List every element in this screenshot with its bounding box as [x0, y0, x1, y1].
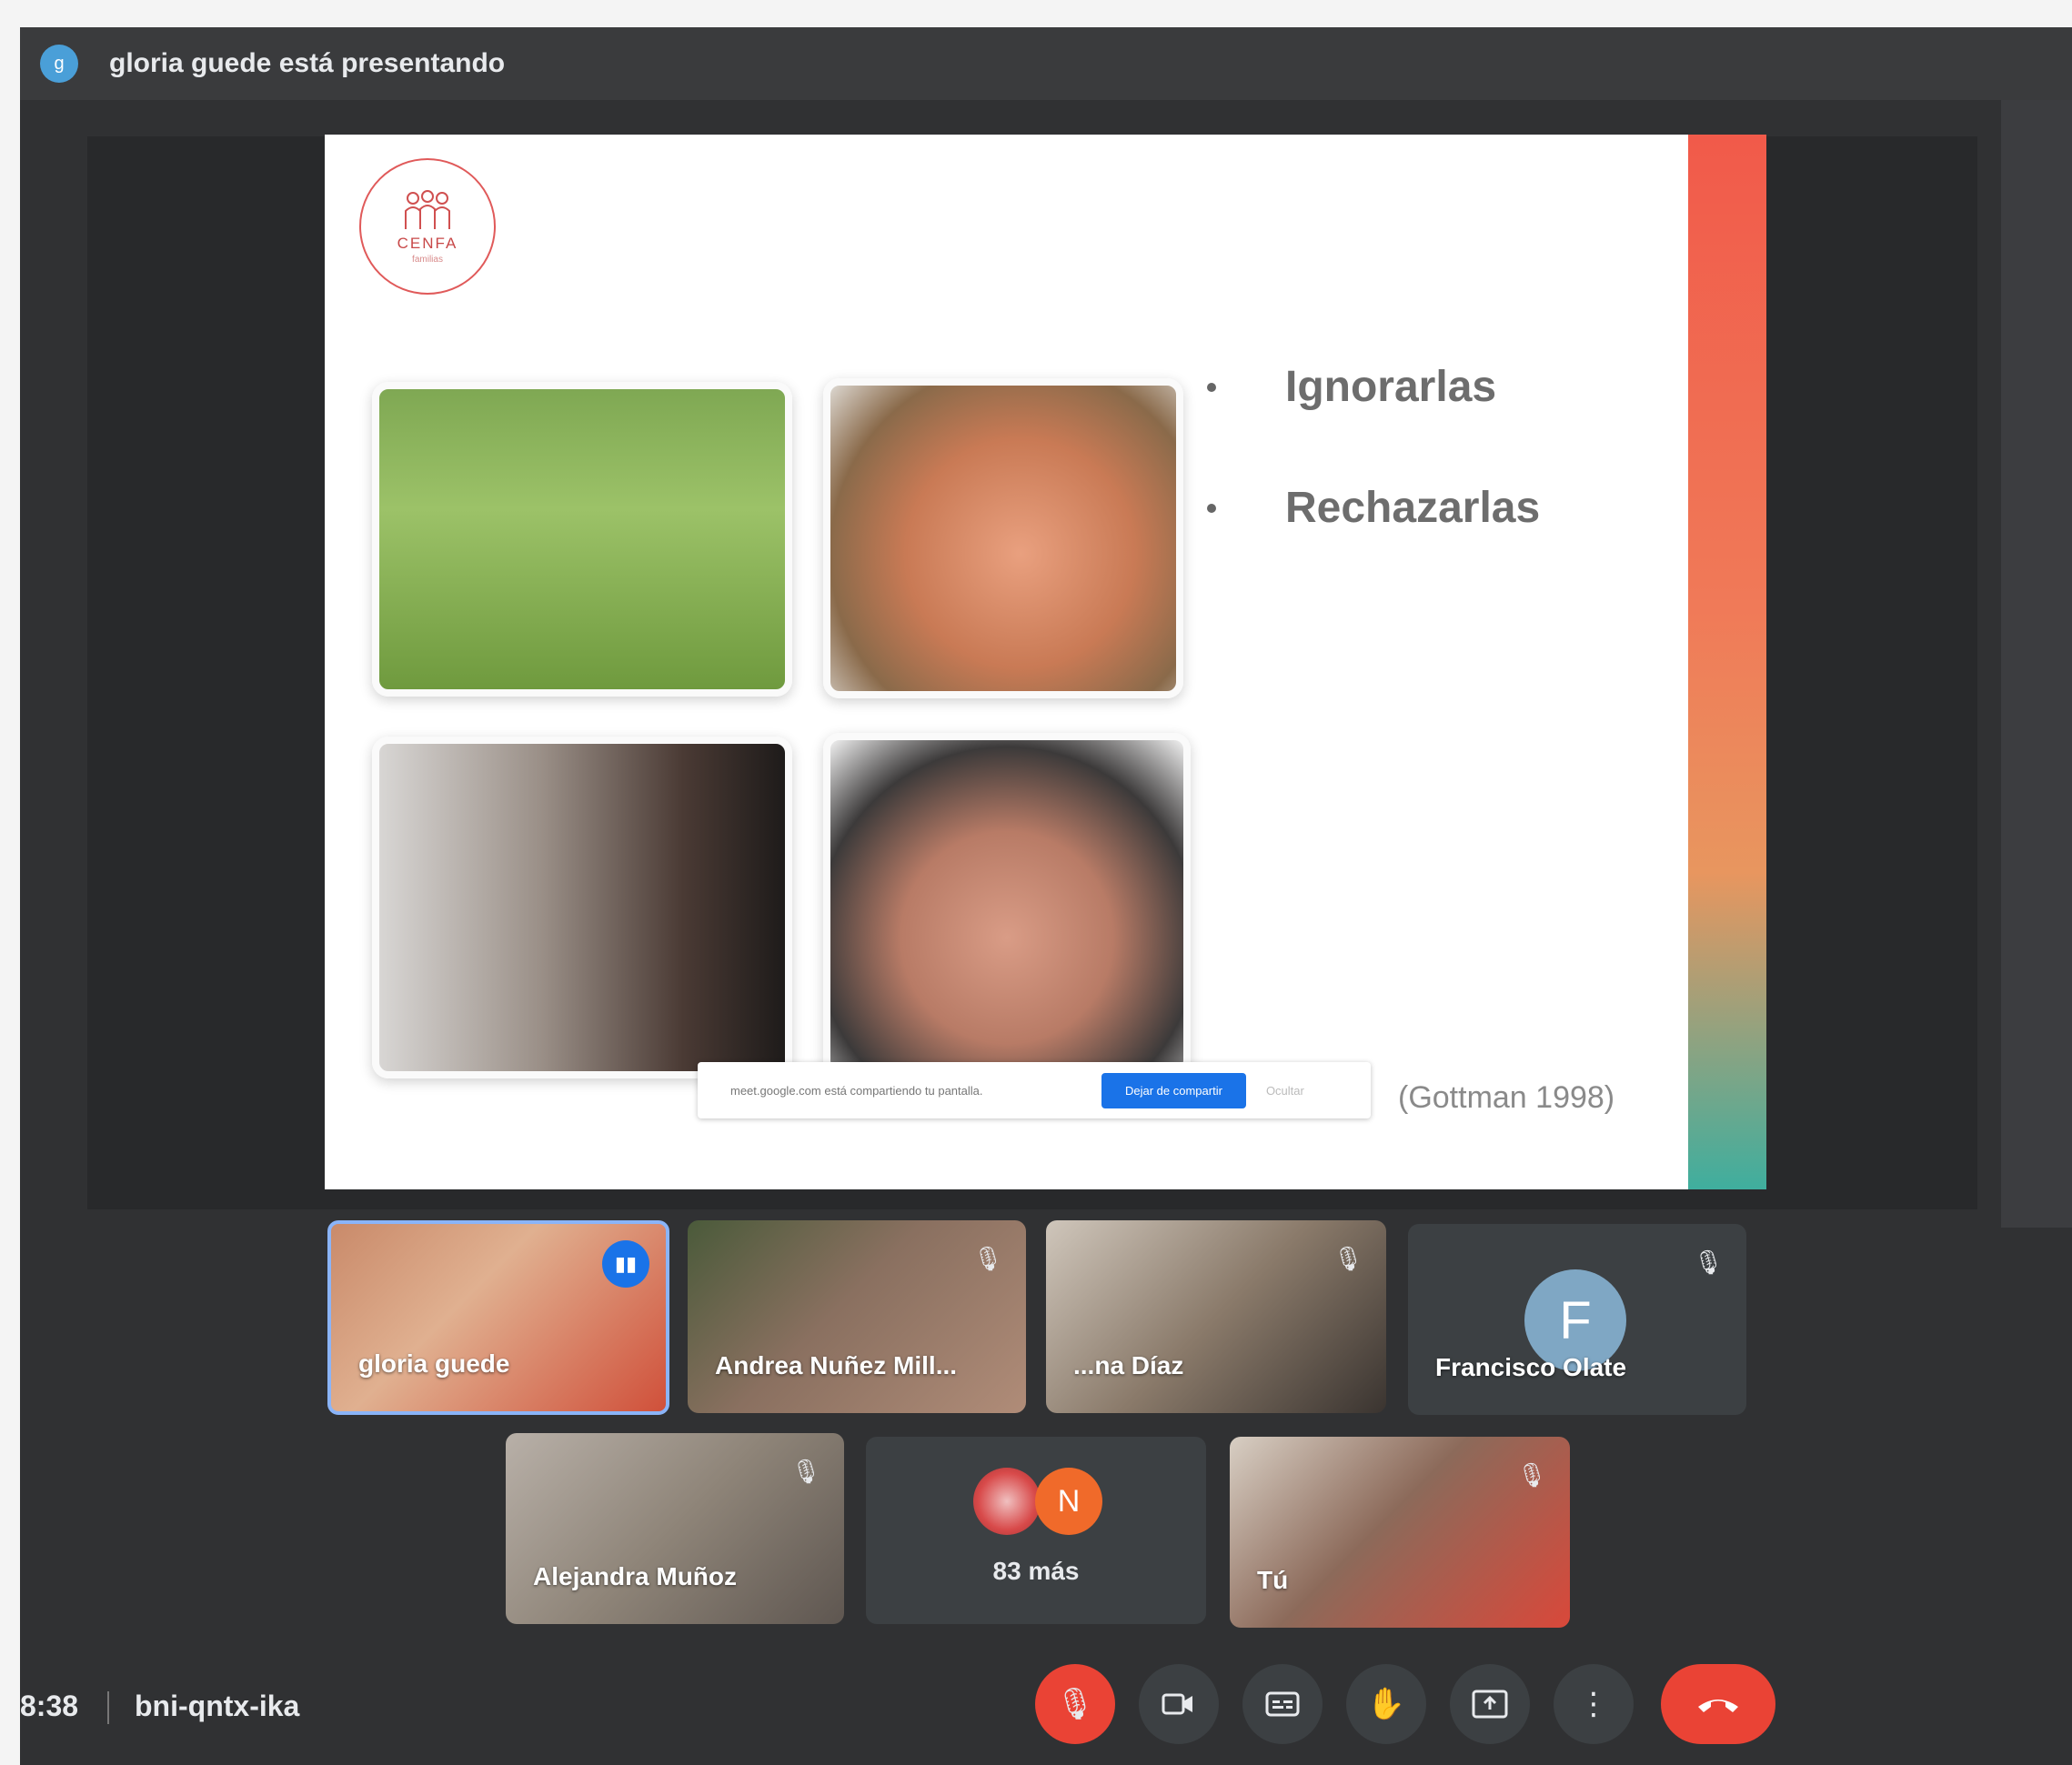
speaking-indicator-icon: ▮▮	[602, 1240, 649, 1288]
presenter-banner: g gloria guede está presentando	[20, 27, 2072, 100]
more-participants-tile[interactable]: N 83 más	[866, 1437, 1206, 1624]
participant-tile[interactable]: 🎙 Andrea Nuñez Mill...	[688, 1220, 1026, 1413]
family-icon	[405, 189, 450, 229]
mic-off-icon: 🎙	[1055, 1687, 1095, 1721]
participant-tile[interactable]: ▮▮ gloria guede	[327, 1220, 669, 1415]
participant-name: Alejandra Muñoz	[533, 1562, 738, 1590]
meeting-code: bni-qntx-ika	[135, 1690, 300, 1722]
raise-hand-icon: ✋	[1366, 1687, 1406, 1721]
screen-share-notice: meet.google.com está compartiendo tu pan…	[698, 1062, 1371, 1118]
side-panel-strip	[2001, 100, 2072, 1228]
more-vert-icon: ⋮	[1578, 1687, 1609, 1721]
leave-call-button[interactable]	[1661, 1664, 1775, 1744]
participant-name: Andrea Nuñez Mill...	[715, 1351, 958, 1379]
bullet-text: Ignorarlas	[1285, 363, 1497, 411]
presented-slide: CENFA familias Ignorarlas Rechazarlas (G…	[325, 135, 1766, 1189]
meeting-controls-bar: 8:38 bni-qntx-ika 🎙 ✋ ⋮	[20, 1664, 2072, 1765]
camera-icon	[1162, 1693, 1192, 1715]
raise-hand-button[interactable]: ✋	[1346, 1664, 1426, 1744]
stop-sharing-button[interactable]: Dejar de compartir	[1101, 1072, 1246, 1108]
cenfa-logo: CENFA familias	[359, 158, 496, 295]
hangup-icon	[1698, 1700, 1738, 1712]
photo-angry-girl	[823, 378, 1183, 698]
meeting-clock: 8:38	[20, 1690, 79, 1722]
participant-avatar	[973, 1468, 1041, 1535]
meet-screen: g gloria guede está presentando CENFA fa…	[20, 27, 2072, 1765]
present-icon	[1472, 1690, 1508, 1719]
self-view-tile[interactable]: 🎙 Tú	[1230, 1437, 1570, 1628]
photo-sad-boy	[372, 382, 792, 697]
mic-toggle-button[interactable]: 🎙	[1035, 1664, 1115, 1744]
more-participants-label: 83 más	[992, 1557, 1080, 1585]
divider	[107, 1691, 109, 1724]
bullet-item: Rechazarlas	[1207, 483, 1540, 533]
mic-off-icon: 🎙	[1693, 1248, 1724, 1276]
slide-gradient-stripe	[1688, 135, 1766, 1189]
camera-toggle-button[interactable]	[1139, 1664, 1219, 1744]
participant-tile[interactable]: 🎙 F Francisco Olate	[1408, 1224, 1746, 1415]
share-notice-text: meet.google.com está compartiendo tu pan…	[730, 1083, 983, 1098]
mic-off-icon: 🎙	[1333, 1244, 1363, 1272]
participant-name: Francisco Olate	[1435, 1353, 1627, 1381]
present-now-button[interactable]	[1450, 1664, 1530, 1744]
participant-name: Tú	[1257, 1566, 1289, 1594]
participant-name: ...na Díaz	[1073, 1351, 1184, 1379]
slide-bullet-list: Ignorarlas Rechazarlas	[1207, 362, 1540, 604]
photo-screaming-boy	[823, 733, 1191, 1077]
participant-avatar: N	[1035, 1468, 1102, 1535]
captions-button[interactable]	[1242, 1664, 1323, 1744]
bullet-dot-icon	[1207, 503, 1216, 513]
mic-off-icon: 🎙	[790, 1457, 821, 1485]
captions-icon	[1265, 1691, 1300, 1717]
bullet-dot-icon	[1207, 382, 1216, 392]
logo-subtitle: familias	[412, 254, 443, 265]
presenter-avatar: g	[40, 45, 78, 83]
bullet-item: Ignorarlas	[1207, 362, 1540, 412]
participant-name: gloria guede	[358, 1349, 510, 1378]
mic-off-icon: 🎙	[972, 1244, 1003, 1272]
participant-tile[interactable]: 🎙 Alejandra Muñoz	[506, 1433, 844, 1624]
logo-name: CENFA	[397, 234, 458, 252]
presenter-status: gloria guede está presentando	[109, 48, 506, 78]
participant-tile[interactable]: 🎙 ...na Díaz	[1046, 1220, 1386, 1413]
more-options-button[interactable]: ⋮	[1554, 1664, 1634, 1744]
bullet-text: Rechazarlas	[1285, 484, 1541, 532]
mic-off-icon: 🎙	[1516, 1460, 1547, 1489]
slide-citation: (Gottman 1998)	[1398, 1080, 1615, 1115]
hide-notice-button[interactable]: Ocultar	[1266, 1084, 1304, 1098]
more-participants-avatars: N	[973, 1468, 1102, 1535]
photo-sad-woman	[372, 737, 792, 1078]
